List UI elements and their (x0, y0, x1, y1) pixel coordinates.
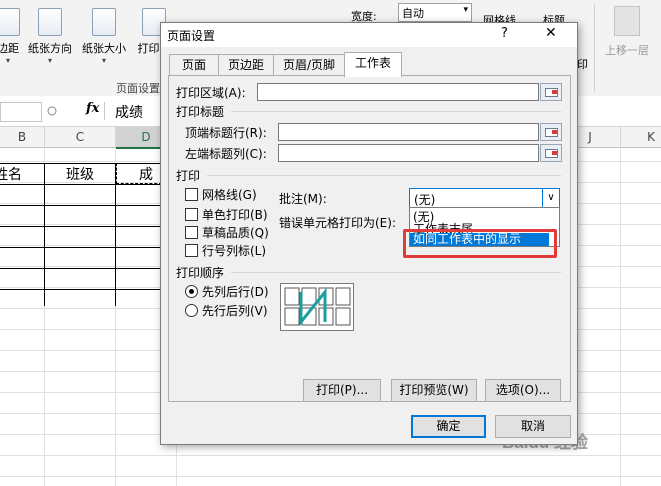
tab-sheet[interactable]: 工作表 (344, 52, 402, 77)
range-picker-icon[interactable] (540, 83, 562, 101)
margins-icon (0, 8, 20, 36)
page-thumb (301, 287, 317, 306)
black-white-checkbox[interactable] (185, 208, 198, 221)
table-row-border (0, 205, 160, 206)
print-section-label: 打印 (176, 169, 201, 183)
help-icon[interactable]: ? (501, 26, 508, 41)
ok-button[interactable]: 确定 (411, 415, 486, 438)
print-preview-button[interactable]: 打印预览(W) (391, 379, 477, 402)
chevron-down-icon: ▾ (47, 56, 52, 65)
over-then-down-label: 先行后列(V) (202, 304, 268, 318)
row-line (0, 476, 661, 477)
cell-score-header[interactable]: 成绩 (116, 163, 162, 184)
dialog-title: 页面设置 (167, 29, 216, 43)
close-icon[interactable]: ✕ (545, 25, 557, 41)
section-divider (231, 272, 561, 273)
print-titles-label: 打印标题 (176, 105, 225, 119)
move-up-label: 上移一层 (605, 44, 649, 57)
width-value: 自动 (402, 7, 424, 20)
table-row-border (0, 247, 160, 248)
print-button[interactable]: 打印(P)... (303, 379, 381, 402)
cell-errors-label: 错误单元格打印为(E): (279, 216, 396, 230)
highlight-annotation (403, 229, 557, 258)
chevron-down-icon: ▾ (101, 56, 106, 65)
paper-size-icon (92, 8, 116, 36)
column-header-c[interactable]: C (45, 127, 116, 148)
comments-label: 批注(M): (279, 192, 327, 206)
page-setup-dialog: 页面设置 ? ✕ 页面 页边距 页眉/页脚 工作表 打印区域(A): 打印标题 … (160, 22, 578, 445)
options-button[interactable]: 选项(O)... (485, 379, 561, 402)
section-divider (207, 175, 561, 176)
tab-margins[interactable]: 页边距 (218, 54, 274, 76)
table-row-border (0, 184, 160, 185)
ribbon-separator (594, 4, 595, 92)
fx-icon[interactable]: fx (86, 101, 99, 116)
bring-forward-icon[interactable] (614, 6, 640, 36)
table-col-border (115, 164, 116, 306)
page-thumb (284, 307, 300, 326)
orientation-label: 纸张方向 (28, 42, 72, 55)
cancel-button[interactable]: 取消 (495, 415, 571, 438)
cell-score-text: 成绩 (139, 167, 153, 183)
page-order-label: 打印顺序 (176, 266, 225, 280)
draft-quality-checkbox[interactable] (185, 226, 198, 239)
tab-header-footer[interactable]: 页眉/页脚 (273, 54, 345, 76)
orientation-button[interactable]: 纸张方向 ▾ (24, 2, 76, 72)
dialog-titlebar[interactable]: 页面设置 ? ✕ (161, 23, 577, 47)
table-border (0, 163, 160, 306)
down-then-over-label: 先列后行(D) (202, 285, 269, 299)
section-divider (231, 111, 561, 112)
draft-quality-checkbox-label: 草稿品质(Q) (202, 226, 269, 240)
formula-content: 成绩 (115, 105, 143, 121)
page-order-diagram (284, 287, 351, 327)
range-picker-icon[interactable] (540, 144, 562, 162)
page-thumb (335, 287, 351, 306)
gridlines-checkbox[interactable] (185, 188, 198, 201)
gridlines-checkbox-label: 网格线(G) (202, 188, 257, 202)
page-thumb (335, 307, 351, 326)
rows-to-repeat-label: 顶端标题行(R): (185, 126, 267, 140)
orientation-icon (38, 8, 62, 36)
chevron-down-icon: ▾ (463, 5, 468, 15)
formula-bar-handle (40, 102, 80, 120)
row-col-headings-checkbox[interactable] (185, 244, 198, 257)
range-picker-icon[interactable] (540, 123, 562, 141)
paper-size-button[interactable]: 纸张大小 ▾ (78, 2, 130, 72)
table-row-border (0, 226, 160, 227)
down-then-over-radio[interactable] (185, 285, 198, 298)
page-setup-group-label: 页面设置 (116, 82, 160, 95)
table-row-border (0, 268, 160, 269)
cell-name-header[interactable]: 姓名 (0, 164, 22, 184)
page-order-preview-icon (280, 283, 354, 331)
cols-to-repeat-input[interactable] (278, 144, 539, 162)
paper-size-label: 纸张大小 (82, 42, 126, 55)
comments-select[interactable]: (无) ∨ (409, 188, 560, 208)
print-area-input[interactable] (257, 83, 539, 101)
black-white-checkbox-label: 单色打印(B) (202, 208, 268, 222)
rows-to-repeat-input[interactable] (278, 123, 539, 141)
over-then-down-radio[interactable] (185, 304, 198, 317)
chevron-down-icon[interactable]: ∨ (542, 189, 559, 207)
comments-value: (无) (414, 193, 436, 207)
column-header-b[interactable]: B (0, 127, 45, 148)
column-header-k[interactable]: K (621, 127, 661, 148)
cell-class-header[interactable]: 班级 (66, 164, 94, 184)
print-checkbox-label: 印 (577, 58, 588, 71)
table-col-border (44, 164, 45, 306)
cols-to-repeat-label: 左端标题列(C): (185, 147, 267, 161)
tab-page[interactable]: 页面 (169, 54, 219, 76)
chevron-icon (47, 106, 57, 116)
width-select[interactable]: 自动 ▾ (398, 3, 472, 22)
name-box[interactable] (0, 102, 42, 122)
row-col-headings-checkbox-label: 行号列标(L) (202, 244, 267, 258)
table-row-border (0, 289, 160, 290)
print-area-label: 打印区域(A): (176, 86, 246, 100)
page-thumb (284, 287, 300, 306)
